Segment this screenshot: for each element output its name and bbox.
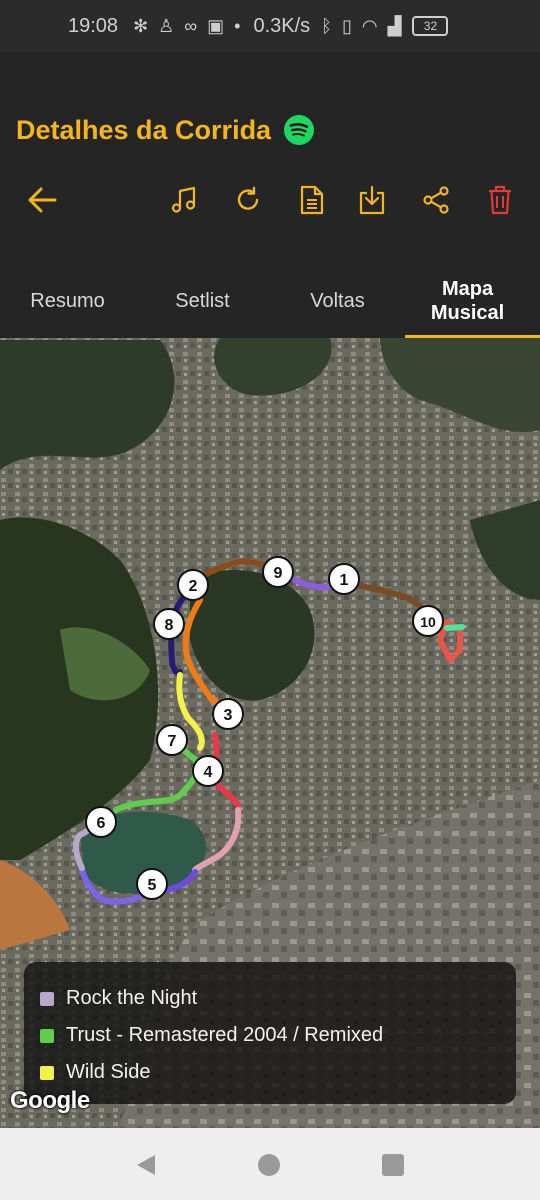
document-icon[interactable] [292,180,332,220]
page-title: Detalhes da Corrida [16,114,272,145]
legend-label: Trust - Remastered 2004 / Remixed [66,1024,384,1046]
route-marker[interactable]: 4 [192,755,224,787]
map-legend: Rock the Night Trust - Remastered 2004 /… [24,962,516,1104]
legend-swatch [40,1028,54,1043]
vibrate-icon: ▯ [341,15,352,36]
route-marker[interactable]: 7 [156,724,188,756]
dot-icon: • [234,15,241,36]
svg-text:4: 4 [204,764,213,781]
back-triangle-icon[interactable] [131,1150,161,1180]
battery-icon: 32 [412,16,449,36]
svg-text:6: 6 [97,815,106,832]
screen-icon: ▣ [207,15,225,36]
route-marker[interactable]: 9 [262,556,294,588]
bluetooth-icon: ᛒ [321,15,332,36]
toolbar [0,180,540,224]
legend-item: Wild Side [40,1054,516,1091]
status-bar: 19:08 ✻ ♙ ∞ ▣ • 0.3K/s ᛒ ▯ ◠ ▟ 32 [0,0,540,52]
svg-text:1: 1 [340,572,349,589]
back-arrow-icon[interactable] [22,180,62,220]
route-marker[interactable]: 1 [328,563,360,595]
svg-text:7: 7 [168,733,177,750]
legend-label: Rock the Night [66,987,198,1009]
route-marker[interactable]: 5 [136,868,168,900]
legend-label: Wild Side [66,1061,151,1083]
legend-swatch [40,991,54,1006]
route-marker[interactable]: 8 [153,608,185,640]
home-circle-icon[interactable] [254,1150,284,1180]
download-icon[interactable] [352,180,392,220]
voicemail-icon: ∞ [184,15,198,36]
svg-text:9: 9 [274,565,283,582]
route-marker[interactable]: 6 [85,806,117,838]
svg-text:2: 2 [189,578,198,595]
tab-resumo[interactable]: Resumo [0,264,135,338]
spotify-icon [284,115,315,145]
music-note-icon[interactable] [164,180,204,220]
person-icon: ♙ [158,15,175,36]
wifi-icon: ◠ [361,15,378,36]
route-marker[interactable]: 3 [212,698,244,730]
app-header: Detalhes da Corrida Resumo Setlist Volta… [0,52,540,338]
system-nav-bar [0,1128,540,1200]
legend-item: Rock the Night [40,980,516,1017]
trash-icon[interactable] [480,180,520,220]
signal-icon: ▟ [387,15,402,36]
google-attribution: Google [10,1087,90,1114]
tab-bar: Resumo Setlist Voltas Mapa Musical [0,264,540,338]
legend-swatch [40,1065,54,1080]
route-marker[interactable]: 10 [412,605,444,637]
status-time: 19:08 [68,14,119,37]
screen: 19:08 ✻ ♙ ∞ ▣ • 0.3K/s ᛒ ▯ ◠ ▟ 32 Detalh… [0,0,540,1200]
svg-text:10: 10 [420,614,436,630]
fan-icon: ✻ [133,15,149,36]
tab-voltas[interactable]: Voltas [270,264,405,338]
svg-text:5: 5 [148,877,157,894]
recents-square-icon[interactable] [378,1150,408,1180]
share-icon[interactable] [416,180,456,220]
network-speed: 0.3K/s [253,14,311,37]
tab-setlist[interactable]: Setlist [135,264,270,338]
svg-text:8: 8 [165,617,174,634]
tab-mapa-musical[interactable]: Mapa Musical [405,264,540,338]
title-row: Detalhes da Corrida [16,114,315,146]
route-marker[interactable]: 2 [177,569,209,601]
refresh-icon[interactable] [228,180,268,220]
legend-item: Trust - Remastered 2004 / Remixed [40,1017,516,1054]
svg-text:3: 3 [224,707,233,724]
